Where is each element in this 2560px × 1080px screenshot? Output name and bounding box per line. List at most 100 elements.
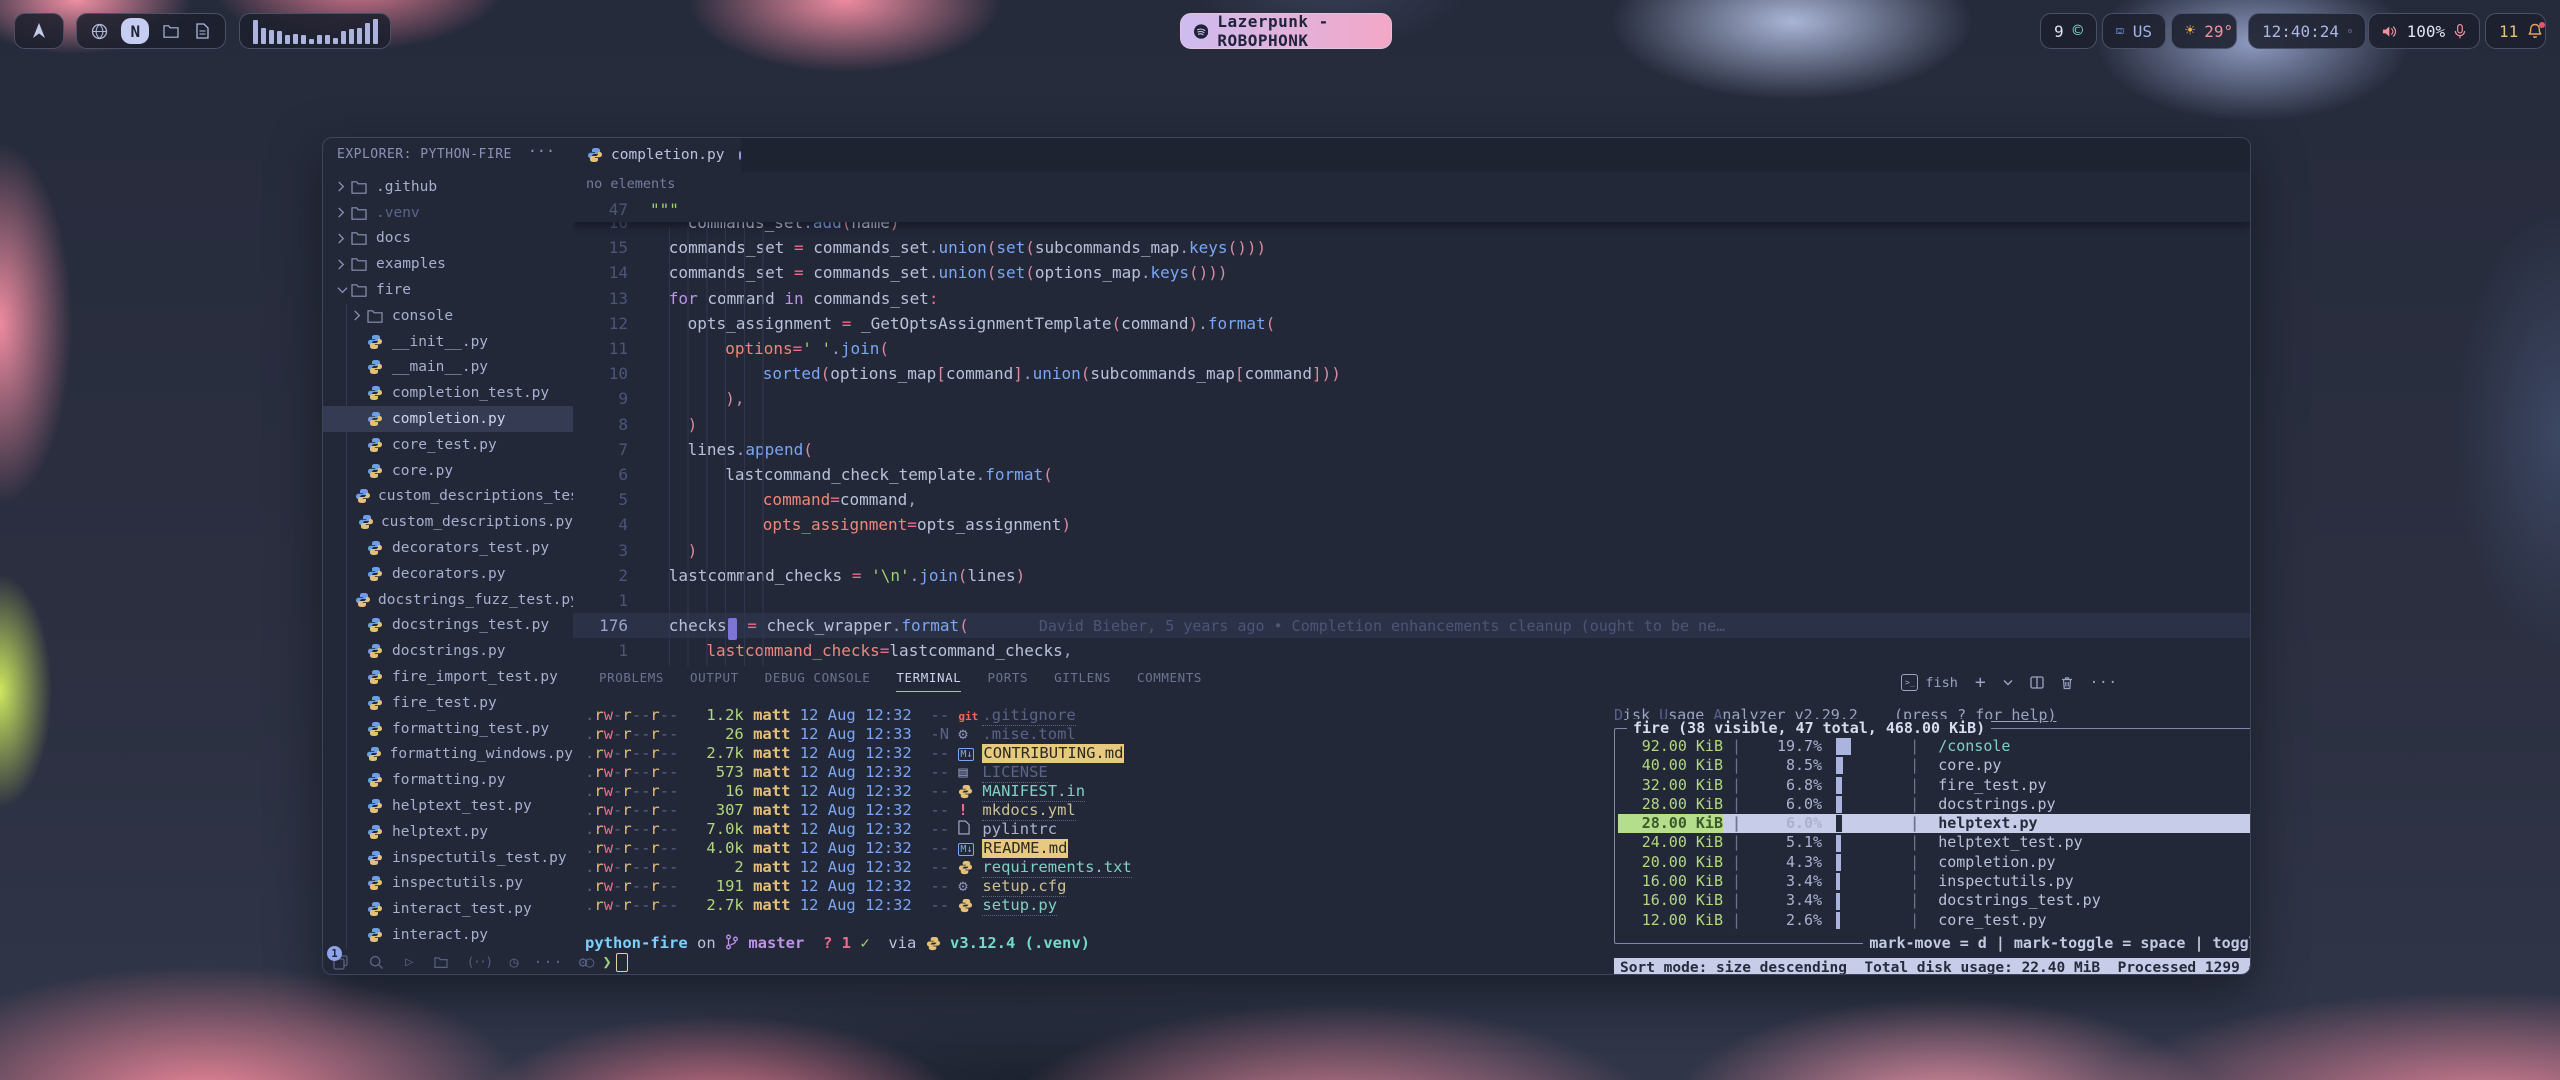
dua-entry-fire_test.py[interactable]: 32.00 KiB | 6.8% | fire_test.py [1618, 776, 2251, 795]
panel-tab-comments[interactable]: COMMENTS [1137, 670, 1202, 692]
panel-tab-problems[interactable]: PROBLEMS [599, 670, 664, 692]
trash-icon[interactable] [2061, 676, 2073, 690]
explorer-more-button[interactable]: ··· [528, 142, 555, 160]
code-line[interactable]: 7lines.append( [573, 437, 2250, 462]
code-line-current[interactable]: 176checks = check_wrapper.format(David B… [573, 613, 2250, 638]
file-tree-item-formatting_test.py[interactable]: formatting_test.py [323, 716, 573, 742]
file-tree-item-.venv[interactable]: .venv [323, 200, 573, 226]
dua-entry-helptext_test.py[interactable]: 24.00 KiB | 5.1% | helptext_test.py [1618, 833, 2251, 852]
code-line[interactable]: 8) [573, 412, 2250, 437]
active-shell-label[interactable]: >_ fish [1901, 674, 1958, 691]
file-tree-item-inspectutils_test.py[interactable]: inspectutils_test.py [323, 845, 573, 871]
updates-widget[interactable]: 9 © [2040, 13, 2097, 49]
file-tree-item-formatting.py[interactable]: formatting.py [323, 767, 573, 793]
panel-tab-ports[interactable]: PORTS [987, 670, 1028, 692]
dua-entry-core.py[interactable]: 40.00 KiB | 8.5% | core.py [1618, 756, 2251, 775]
file-tree-item-docstrings_fuzz_test.py[interactable]: docstrings_fuzz_test.py [323, 587, 573, 613]
file-tree-item-.github[interactable]: .github [323, 174, 573, 200]
dua-entry-helptext.py[interactable]: 28.00 KiB | 6.0% | helptext.py [1618, 814, 2251, 833]
dua-entry-docstrings_test.py[interactable]: 16.00 KiB | 3.4% | docstrings_test.py [1618, 891, 2251, 910]
more-icon[interactable]: ··· [539, 953, 557, 971]
audio-widget[interactable]: 100% [2368, 13, 2480, 49]
terminal-fish[interactable]: .rw-r--r-- 1.2k matt 12 Aug 12:32 -- git… [585, 706, 1355, 972]
windows-stack-icon[interactable]: 1 [333, 953, 348, 971]
file-tree-item-fire_import_test.py[interactable]: fire_import_test.py [323, 664, 573, 690]
file-tree-item-docs[interactable]: docs [323, 226, 573, 252]
file-tree-item-console[interactable]: console [323, 303, 573, 329]
code-line[interactable]: 13for command in commands_set: [573, 286, 2250, 311]
code-line[interactable]: 12opts_assignment = _GetOptsAssignmentTe… [573, 311, 2250, 336]
code-line[interactable]: 4opts_assignment=opts_assignment) [573, 512, 2250, 537]
code-line[interactable]: 3) [573, 538, 2250, 563]
file-tree-item-custom_descriptions_test.[interactable]: custom_descriptions_test.… [323, 484, 573, 510]
panel-more-button[interactable]: ··· [2090, 675, 2118, 691]
audio-visualizer-widget[interactable] [239, 13, 391, 49]
file-tree-item-interact_test.py[interactable]: interact_test.py [323, 896, 573, 922]
launcher-button[interactable] [14, 13, 64, 49]
panel-tab-output[interactable]: OUTPUT [690, 670, 739, 692]
code-line[interactable]: 9), [573, 386, 2250, 411]
file-tree-item-examples[interactable]: examples [323, 251, 573, 277]
file-tree-item-helptext_test.py[interactable]: helptext_test.py [323, 793, 573, 819]
workspace-files[interactable] [161, 19, 180, 43]
file-tree-item-__init__.py[interactable]: __init__.py [323, 329, 573, 355]
file-tree-item-docstrings.py[interactable]: docstrings.py [323, 638, 573, 664]
workspace-code-active[interactable]: N [121, 18, 149, 44]
dua-entry-console[interactable]: 92.00 KiB | 19.7% | /console [1618, 737, 2251, 756]
file-tree-item-decorators_test.py[interactable]: decorators_test.py [323, 535, 573, 561]
brackets-icon[interactable]: (··) [470, 953, 488, 971]
run-debug-icon[interactable]: ▷ [405, 953, 413, 971]
keyboard-layout-widget[interactable]: US [2102, 13, 2166, 49]
file-tree-item-__main__.py[interactable]: __main__.py [323, 355, 573, 381]
panel-tab-debug-console[interactable]: DEBUG CONSOLE [765, 670, 871, 692]
code-line[interactable]: 15commands_set = commands_set.union(set(… [573, 235, 2250, 260]
code-line[interactable]: 5command=command, [573, 487, 2250, 512]
now-playing-widget[interactable]: Lazerpunk - ROBOPHONK [1180, 13, 1392, 49]
workspace-browser[interactable] [90, 19, 109, 43]
shell-input-line[interactable]: ○❯ [585, 953, 1355, 972]
code-line[interactable]: 14commands_set = commands_set.union(set(… [573, 260, 2250, 285]
code-line[interactable]: 2lastcommand_checks = '\n'.join(lines) [573, 563, 2250, 588]
file-tree-item-helptext.py[interactable]: helptext.py [323, 819, 573, 845]
file-tree-item-fire_test.py[interactable]: fire_test.py [323, 690, 573, 716]
file-tree-item-decorators.py[interactable]: decorators.py [323, 561, 573, 587]
dua-entry-completion.py[interactable]: 20.00 KiB | 4.3% | completion.py [1618, 853, 2251, 872]
workspace-notes[interactable] [193, 19, 212, 43]
file-tree-item-core_test.py[interactable]: core_test.py [323, 432, 573, 458]
tab-completion-py[interactable]: completion.py [573, 138, 741, 172]
notifications-widget[interactable]: 11 [2485, 13, 2546, 49]
terminal-dua[interactable]: Disk Usage Analyzer v2.29.2 (press ? for… [1614, 706, 2251, 725]
code-line[interactable]: 1lastcommand_checks=lastcommand_checks, [573, 638, 2250, 663]
dua-entry-core_test.py[interactable]: 12.00 KiB | 2.6% | core_test.py [1618, 911, 2251, 930]
file-tree-item-docstrings_test.py[interactable]: docstrings_test.py [323, 613, 573, 639]
file-tree-item-formatting_windows.py[interactable]: formatting_windows.py [323, 742, 573, 768]
file-tree-item-interact.py[interactable]: interact.py [323, 922, 573, 948]
sticky-scroll-line[interactable]: 47 """ [573, 196, 2250, 222]
search-icon[interactable] [369, 953, 384, 971]
file-tree-item-core.py[interactable]: core.py [323, 458, 573, 484]
panel-tab-terminal[interactable]: TERMINAL [896, 670, 961, 692]
history-icon[interactable]: ◷ [509, 953, 518, 971]
line-number: 1 [573, 591, 628, 610]
clock-widget[interactable]: 12:40:24 [2248, 13, 2366, 49]
weather-widget[interactable]: ☀ 29° [2171, 13, 2237, 49]
file-tree-item-inspectutils.py[interactable]: inspectutils.py [323, 871, 573, 897]
file-tree-item-completion_test.py[interactable]: completion_test.py [323, 380, 573, 406]
code-line[interactable]: 11options=' '.join( [573, 336, 2250, 361]
file-label: formatting.py [392, 772, 506, 788]
new-terminal-button[interactable]: + [1975, 672, 1986, 693]
chevron-down-icon[interactable] [2003, 679, 2013, 686]
panel-tab-gitlens[interactable]: GITLENS [1054, 670, 1111, 692]
split-terminal-icon[interactable] [2030, 676, 2044, 689]
breadcrumb[interactable]: no elements [573, 172, 2250, 196]
file-tree-item-custom_descriptions.py[interactable]: custom_descriptions.py [323, 509, 573, 535]
code-line[interactable]: 1 [573, 588, 2250, 613]
code-line[interactable]: 6lastcommand_check_template.format( [573, 462, 2250, 487]
dua-entry-inspectutils.py[interactable]: 16.00 KiB | 3.4% | inspectutils.py [1618, 872, 2251, 891]
code-view[interactable]: 16commands_set.add(name)15commands_set =… [573, 196, 2250, 666]
file-tree-item-completion.py[interactable]: completion.py [323, 406, 573, 432]
dua-entry-docstrings.py[interactable]: 28.00 KiB | 6.0% | docstrings.py [1618, 795, 2251, 814]
file-tree-item-fire[interactable]: fire [323, 277, 573, 303]
folder-icon[interactable] [434, 953, 449, 971]
code-line[interactable]: 10sorted(options_map[command].union(subc… [573, 361, 2250, 386]
